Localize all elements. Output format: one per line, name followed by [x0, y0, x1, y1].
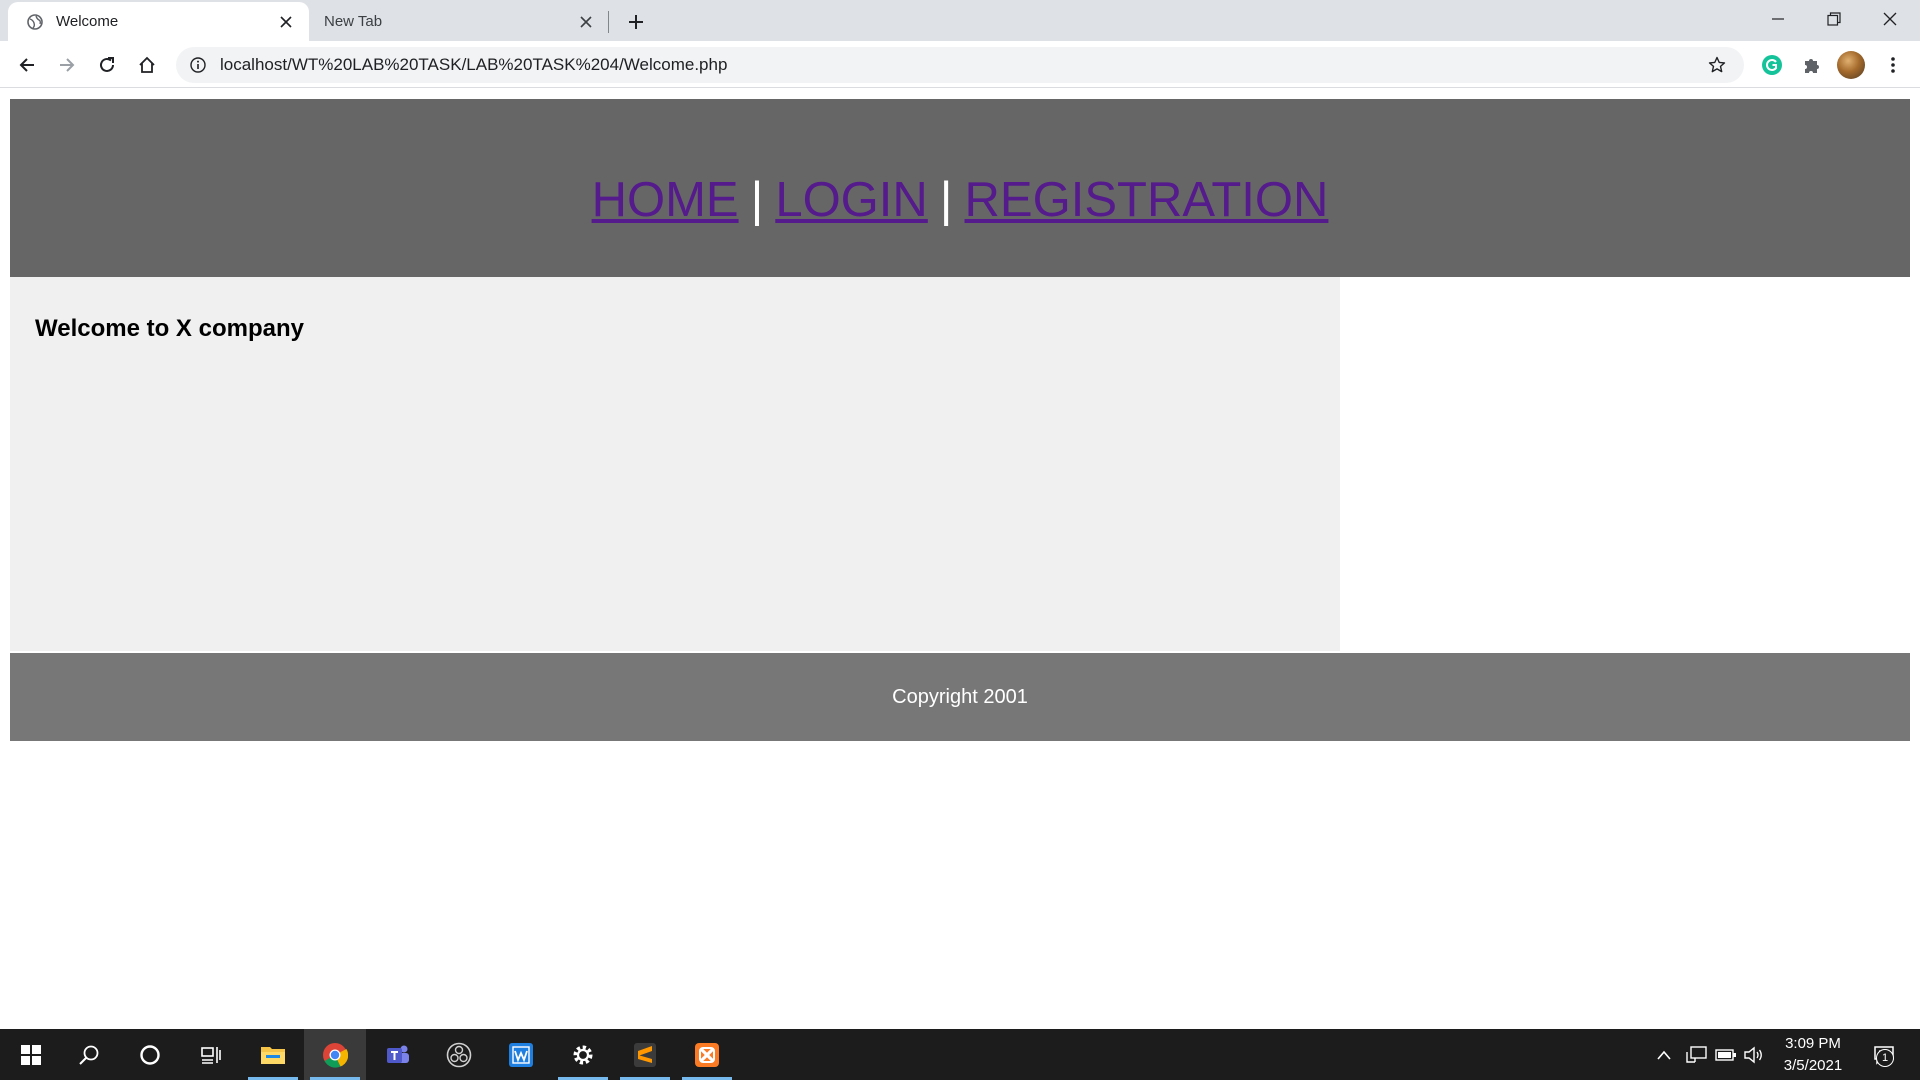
show-hidden-icons-button[interactable] [1652, 1029, 1676, 1080]
clock-date: 3/5/2021 [1783, 1057, 1843, 1074]
file-explorer-button[interactable] [242, 1029, 304, 1080]
cortana-button[interactable] [119, 1029, 181, 1080]
site-footer: Copyright 2001 [10, 653, 1910, 741]
file-explorer-icon [261, 1046, 285, 1064]
more-vertical-icon [1891, 57, 1895, 73]
restore-icon [1827, 12, 1841, 26]
web-page: HOME | LOGIN | REGISTRATION Welcome to X com… [0, 89, 1920, 1029]
sublime-icon [634, 1042, 656, 1067]
new-tab-button[interactable] [622, 8, 650, 36]
info-icon[interactable] [188, 55, 208, 75]
taskbar-clock[interactable]: 3:09 PM 3/5/2021 [1768, 1033, 1858, 1077]
network-icon [1686, 1045, 1707, 1063]
close-window-button[interactable] [1862, 0, 1918, 38]
grammarly-extension-icon[interactable] [1756, 49, 1788, 81]
speaker-icon [1744, 1046, 1762, 1063]
tab-title: Welcome [56, 13, 119, 30]
browser-toolbar: localhost/WT%20LAB%20TASK/LAB%20TASK%204… [0, 41, 1920, 88]
nav-link-login[interactable]: LOGIN [775, 173, 927, 227]
minimize-button[interactable] [1750, 0, 1806, 38]
network-tray-button[interactable] [1682, 1029, 1710, 1080]
gear-icon [573, 1045, 593, 1064]
globe-icon [26, 13, 44, 31]
forward-button[interactable] [51, 49, 83, 81]
home-button[interactable] [131, 49, 163, 81]
clock-time: 3:09 PM [1785, 1035, 1841, 1052]
close-icon [1883, 12, 1897, 26]
home-icon [139, 56, 155, 73]
chrome-taskbar-button[interactable] [304, 1029, 366, 1080]
restore-button[interactable] [1806, 0, 1862, 38]
nav-separator: | [750, 173, 764, 227]
notification-count-badge: 1 [1876, 1049, 1894, 1067]
profile-avatar[interactable] [1837, 51, 1865, 79]
nav-link-registration[interactable]: REGISTRATION [965, 173, 1329, 227]
chrome-menu-button[interactable] [1877, 49, 1909, 81]
site-nav: HOME | LOGIN | REGISTRATION [592, 172, 1329, 228]
nav-separator: | [939, 173, 953, 227]
cortana-icon [140, 1044, 160, 1065]
taskbar-search-button[interactable] [58, 1029, 120, 1080]
tab-new-tab[interactable]: New Tab [309, 2, 609, 41]
welcome-heading: Welcome to X company [35, 315, 304, 342]
teams-taskbar-button[interactable] [366, 1029, 428, 1080]
search-icon [79, 1045, 99, 1065]
bookmark-star-icon[interactable] [1702, 50, 1732, 80]
battery-tray-button[interactable] [1712, 1029, 1740, 1080]
windows-taskbar: 3:09 PM 3/5/2021 1 [0, 1029, 1920, 1080]
site-header: HOME | LOGIN | REGISTRATION [10, 99, 1910, 277]
close-icon[interactable] [275, 11, 297, 33]
tab-title: New Tab [324, 13, 383, 30]
arrow-left-icon [19, 58, 34, 72]
close-icon[interactable] [575, 11, 597, 33]
writer-taskbar-button[interactable] [490, 1029, 552, 1080]
xampp-taskbar-button[interactable] [676, 1029, 738, 1080]
back-button[interactable] [11, 49, 43, 81]
chevron-up-icon [1657, 1050, 1671, 1060]
volume-tray-button[interactable] [1740, 1029, 1766, 1080]
windows-start-icon [21, 1044, 41, 1065]
browser-tab-strip: Welcome New Tab [0, 0, 1920, 41]
tab-welcome[interactable]: Welcome [8, 2, 309, 41]
tab-divider [608, 11, 609, 33]
minimize-icon [1772, 18, 1784, 20]
plus-icon [629, 15, 643, 29]
address-bar-url[interactable]: localhost/WT%20LAB%20TASK/LAB%20TASK%204… [220, 55, 1702, 75]
settings-taskbar-button[interactable] [552, 1029, 614, 1080]
task-view-icon [201, 1046, 221, 1064]
teams-icon [387, 1045, 409, 1063]
reload-button[interactable] [91, 49, 123, 81]
main-content: Welcome to X company [10, 277, 1340, 651]
obs-taskbar-button[interactable] [428, 1029, 490, 1080]
nav-link-home[interactable]: HOME [592, 173, 739, 227]
extensions-puzzle-icon[interactable] [1796, 49, 1828, 81]
chrome-icon [323, 1042, 348, 1068]
reload-icon [100, 57, 114, 72]
address-bar[interactable]: localhost/WT%20LAB%20TASK/LAB%20TASK%204… [176, 47, 1744, 83]
battery-icon [1715, 1048, 1736, 1061]
writer-icon [509, 1042, 533, 1067]
windows-start-button[interactable] [0, 1029, 62, 1080]
task-view-button[interactable] [180, 1029, 242, 1080]
sublime-taskbar-button[interactable] [614, 1029, 676, 1080]
obs-icon [446, 1042, 472, 1067]
copyright-text: Copyright 2001 [892, 685, 1028, 708]
arrow-right-icon [60, 58, 75, 72]
xampp-icon [695, 1042, 719, 1067]
